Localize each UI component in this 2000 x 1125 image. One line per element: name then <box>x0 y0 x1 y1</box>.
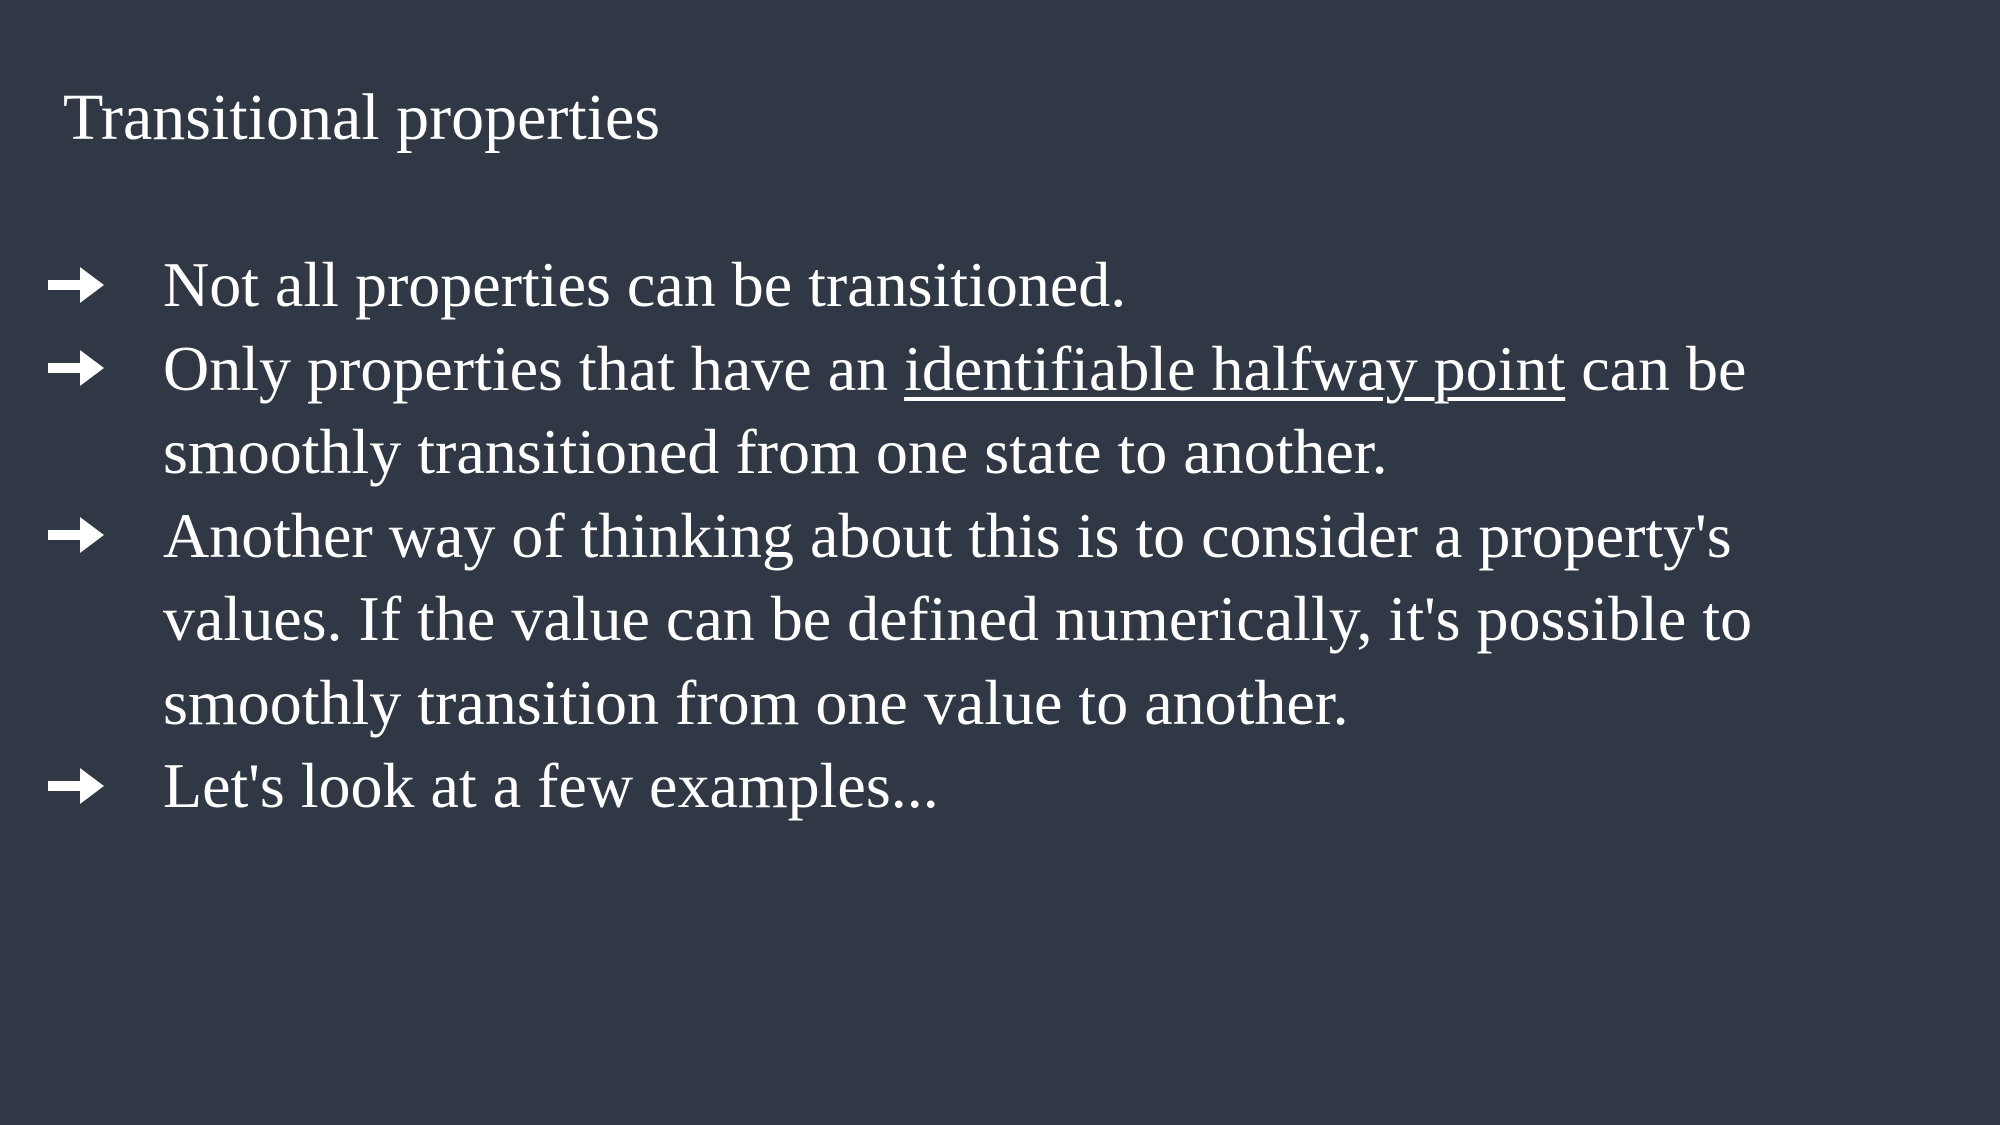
bullet-text: Let's look at a few examples... <box>163 750 939 821</box>
bullet-list: Not all properties can be transitioned. … <box>0 243 2000 828</box>
right-arrow-icon <box>46 327 112 411</box>
bullet-text: Not all properties can be transitioned. <box>163 249 1127 320</box>
bullet-item-4: Let's look at a few examples... <box>0 744 1923 828</box>
right-arrow-icon <box>46 744 112 828</box>
right-arrow-icon <box>46 243 112 327</box>
bullet-text-start: Only properties that have an <box>163 332 905 404</box>
slide-title: Transitional properties <box>63 81 660 154</box>
underlined-phrase: identifiable halfway point <box>904 332 1566 404</box>
slide: Transitional properties Not all properti… <box>0 0 2000 1125</box>
bullet-item-3: Another way of thinking about this is to… <box>0 494 1923 745</box>
bullet-item-2: Only properties that have an identifiabl… <box>0 327 1923 494</box>
bullet-text: Another way of thinking about this is to… <box>163 499 1753 738</box>
right-arrow-icon <box>46 494 112 578</box>
bullet-item-1: Not all properties can be transitioned. <box>0 243 1923 327</box>
